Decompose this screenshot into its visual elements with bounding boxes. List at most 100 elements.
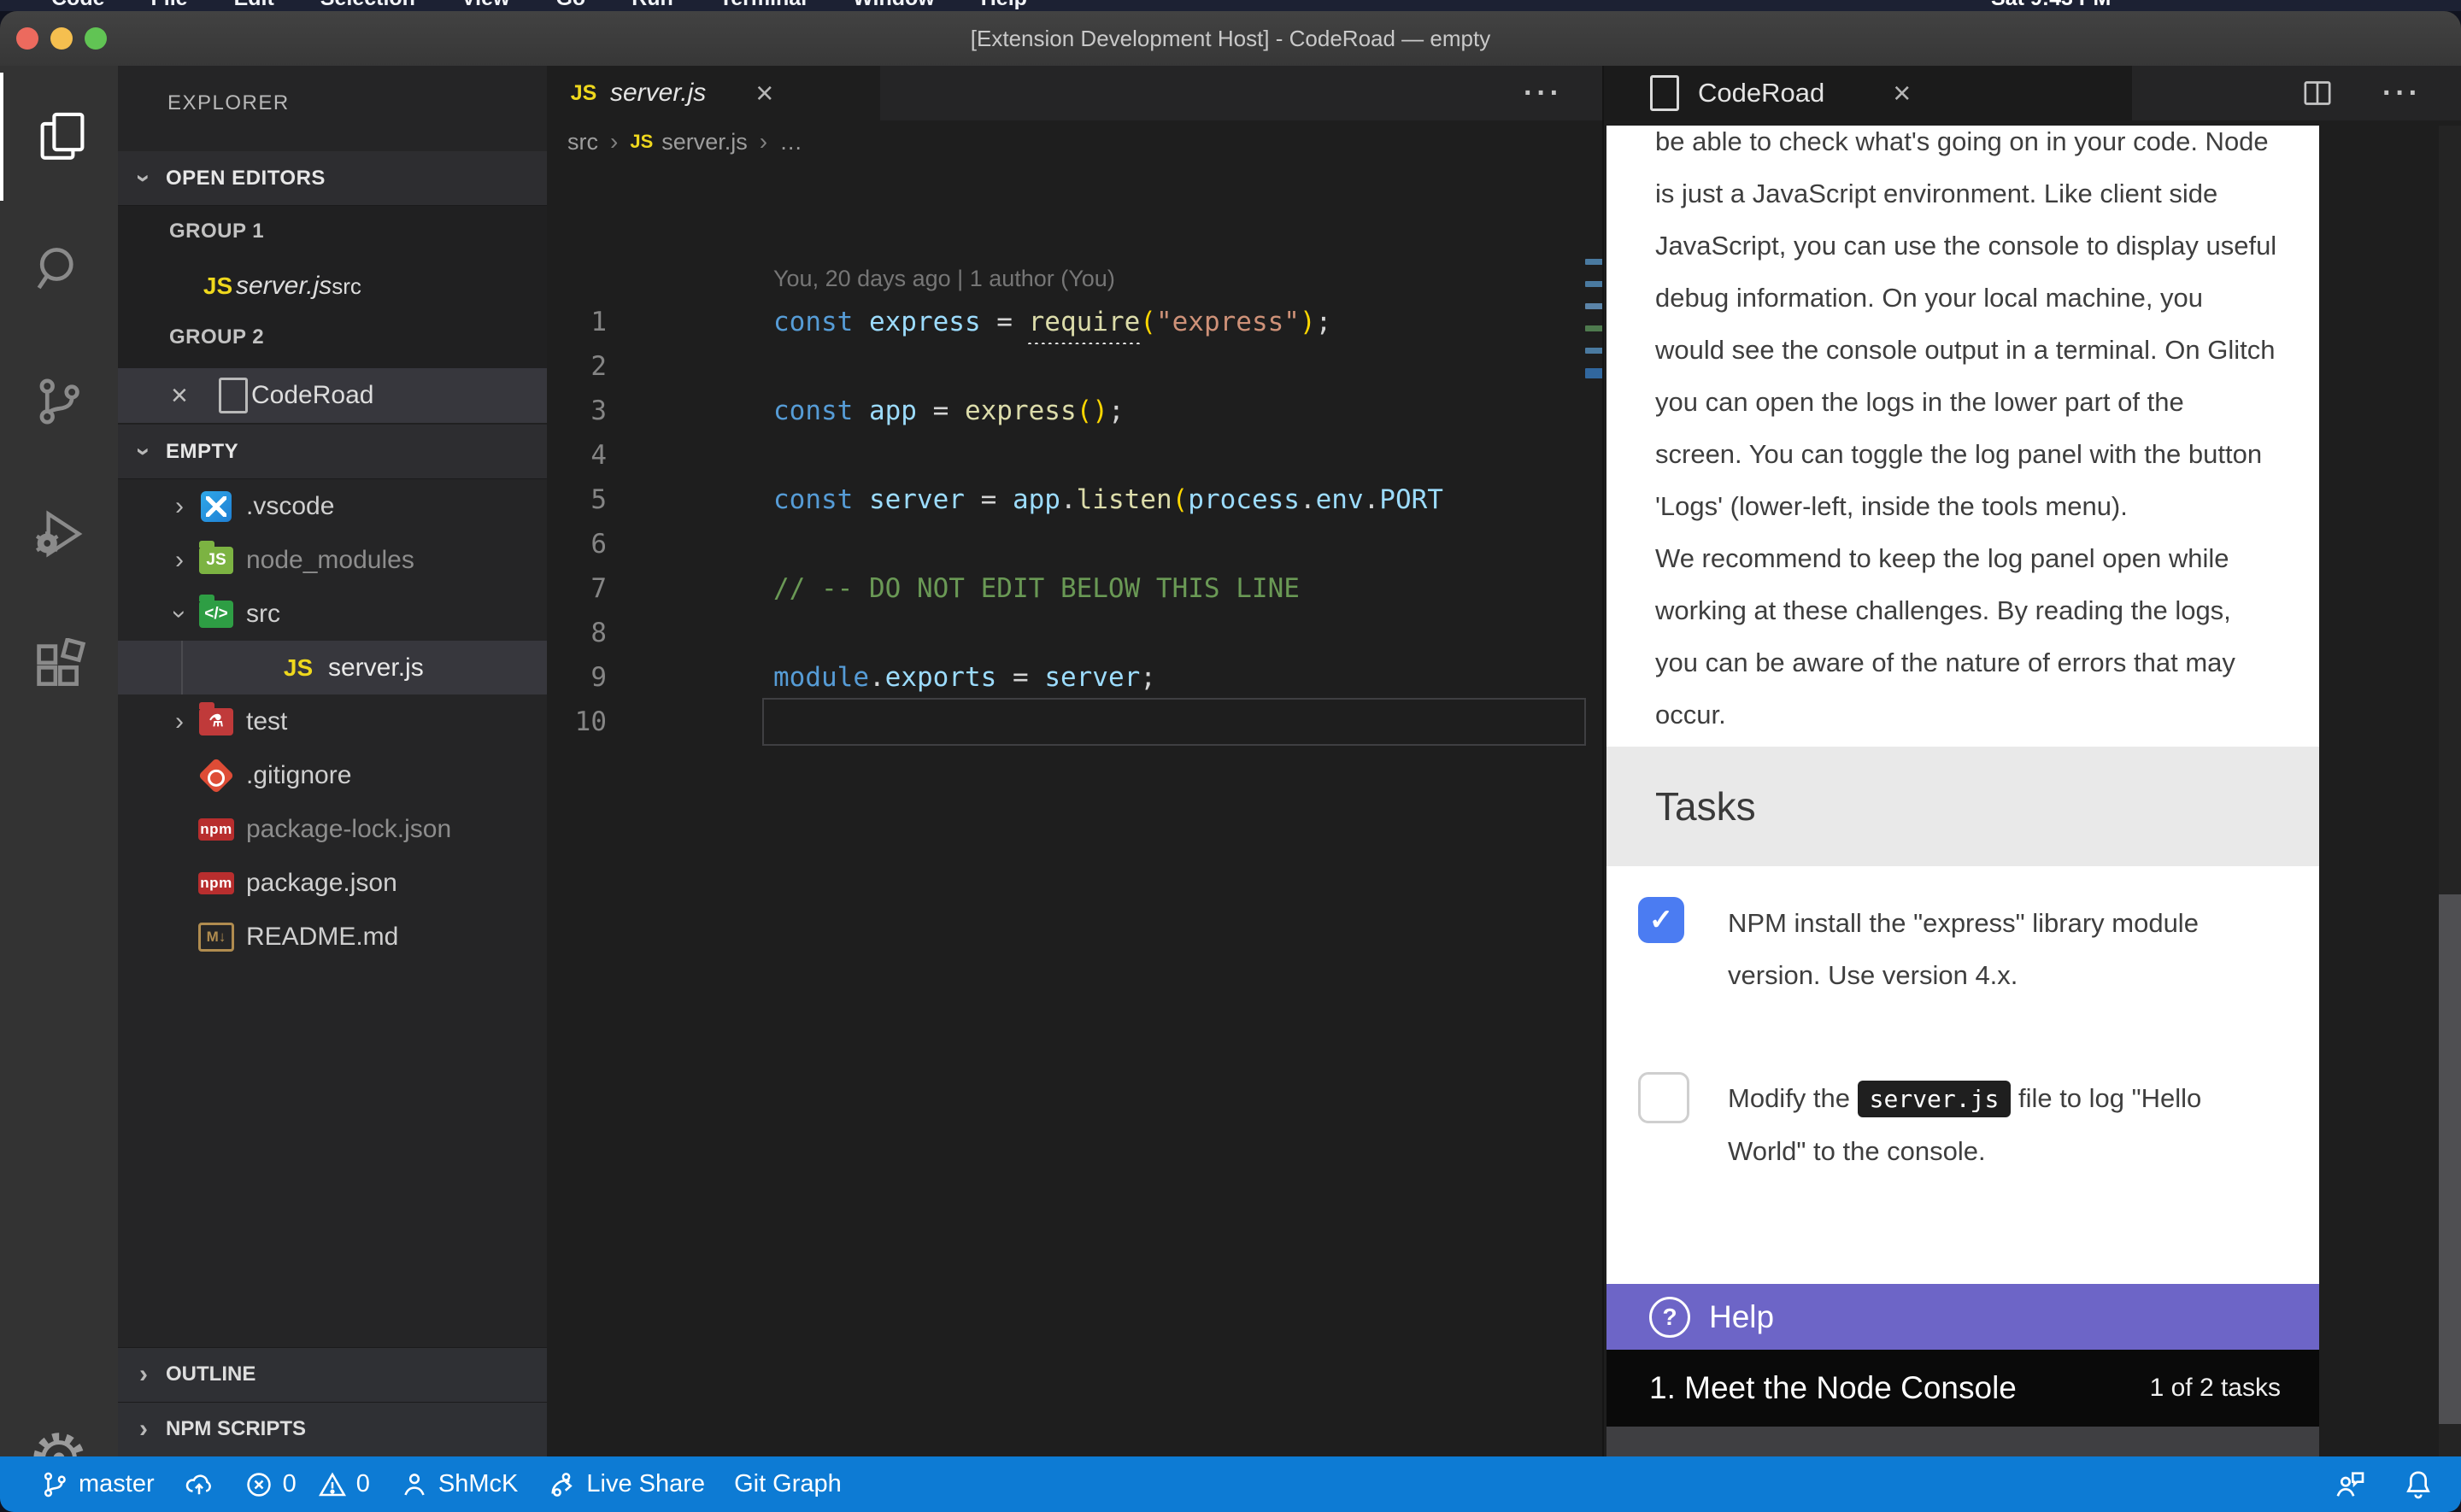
menu-selection[interactable]: Selection <box>320 0 415 10</box>
js-file-icon: JS <box>630 131 653 153</box>
chevron-right-icon: › <box>760 128 767 155</box>
line-number: 6 <box>547 522 607 566</box>
chevron-right-icon: › <box>610 128 618 155</box>
breadcrumb[interactable]: src › JS server.js › … <box>547 120 1602 163</box>
lesson-paragraph: be able to check what's going on in your… <box>1655 126 2279 741</box>
tab-serverjs[interactable]: JS server.js × <box>547 66 880 120</box>
task1-text: NPM install the "express" library module… <box>1728 897 2292 1001</box>
statusbar-right <box>2333 1468 2435 1502</box>
editor-group1-label: GROUP 1 <box>169 220 264 243</box>
breadcrumb-file[interactable]: server.js <box>661 129 748 155</box>
tab-coderoad[interactable]: CodeRoad × <box>1604 66 2132 120</box>
screen: Code File Edit Selection View Go Run Terminal Wi… <box>0 0 2461 1512</box>
current-line-highlight <box>762 698 1586 746</box>
menu-go[interactable]: Go <box>555 0 585 10</box>
task1-checkbox-checked[interactable]: ✓ <box>1638 897 1684 943</box>
chevron-right-icon: › <box>169 709 190 735</box>
menu-help[interactable]: Help <box>981 0 1027 10</box>
open-editor-path: src <box>332 273 361 300</box>
notifications-bell-icon[interactable] <box>2401 1468 2435 1502</box>
titlebar[interactable]: [Extension Development Host] - CodeRoad … <box>0 11 2461 67</box>
feedback-icon[interactable] <box>2333 1468 2367 1502</box>
explorer-icon[interactable] <box>0 73 121 201</box>
problems-item[interactable]: 0 0 <box>244 1469 370 1500</box>
editor-group-coderoad: CodeRoad × ··· be able to check what's g… <box>1602 66 2461 1456</box>
chevron-right-icon: › <box>169 548 190 573</box>
git-graph-label: Git Graph <box>734 1470 842 1498</box>
sidebar-title: EXPLORER <box>167 91 290 115</box>
source-control-icon[interactable] <box>0 337 118 466</box>
menu-terminal[interactable]: Terminal <box>720 0 807 10</box>
breadcrumb-src[interactable]: src <box>567 129 598 155</box>
help-bar[interactable]: ? Help <box>1606 1284 2319 1350</box>
project-name-label: EMPTY <box>166 440 238 464</box>
line-number: 8 <box>547 611 607 655</box>
webview-scrollbar[interactable] <box>2439 126 2461 1456</box>
errors-icon <box>244 1469 274 1500</box>
webview-footer-strip <box>1606 1427 2319 1456</box>
split-editor-button[interactable] <box>2300 66 2335 120</box>
menubar-clock: Sat 9:43 PM <box>1991 0 2111 11</box>
lesson-bar[interactable]: 1. Meet the Node Console 1 of 2 tasks <box>1606 1350 2319 1427</box>
vscode-window: [Extension Development Host] - CodeRoad … <box>0 11 2461 1512</box>
live-share-icon <box>547 1469 578 1500</box>
indent-guide <box>181 641 183 694</box>
editor-group2-label: GROUP 2 <box>169 325 264 349</box>
extensions-icon[interactable] <box>0 602 118 730</box>
line-number: 7 <box>547 566 607 611</box>
activity-bar <box>0 66 118 1456</box>
js-file-icon: JS <box>200 268 236 304</box>
git-branch-item[interactable]: master <box>39 1469 155 1500</box>
close-icon[interactable]: × <box>171 379 197 413</box>
live-share-label: Live Share <box>586 1470 705 1498</box>
chevron-down-icon: › <box>131 442 156 462</box>
git-graph-item[interactable]: Git Graph <box>734 1470 842 1498</box>
code-editor[interactable]: You, 20 days ago | 1 author (You) 1 2 3 … <box>547 163 1602 1456</box>
git-icon <box>198 758 234 794</box>
code-line-5: const server = app.listen(process.env.PO… <box>773 478 1461 522</box>
close-tab-icon[interactable]: × <box>1893 75 1911 111</box>
more-actions-icon[interactable]: ··· <box>1524 77 1563 110</box>
live-share-item[interactable]: Live Share <box>547 1469 705 1500</box>
file-icon <box>215 378 251 413</box>
vscode-folder-icon <box>198 489 234 525</box>
warning-count: 0 <box>356 1470 370 1498</box>
chevron-down-icon: › <box>167 604 192 624</box>
breadcrumb-more[interactable]: … <box>779 129 802 155</box>
code-chip: server.js <box>1858 1081 2012 1117</box>
editor-actions[interactable]: ··· <box>1524 66 1563 120</box>
src-folder-icon: </> <box>198 596 234 632</box>
webview-scrollbar-thumb[interactable] <box>2439 894 2461 1424</box>
menu-run[interactable]: Run <box>631 0 673 10</box>
search-icon[interactable] <box>0 205 118 333</box>
workbench: EXPLORER › OPEN EDITORS GROUP 1 JS serve… <box>0 66 2461 1456</box>
code-line-9: module.exports = server; <box>773 655 1156 700</box>
npm-icon: npm <box>198 812 234 847</box>
person-icon <box>399 1469 430 1500</box>
chevron-right-icon: › <box>169 494 190 519</box>
more-actions-icon[interactable]: ··· <box>2382 77 2422 110</box>
warnings-icon <box>317 1469 348 1500</box>
branch-name: master <box>79 1470 155 1498</box>
menu-file[interactable]: File <box>151 0 188 10</box>
line-number: 10 <box>547 700 607 744</box>
line-number: 2 <box>547 344 607 389</box>
line-number: 1 <box>547 300 607 344</box>
menu-edit[interactable]: Edit <box>234 0 274 10</box>
task2-checkbox-unchecked[interactable] <box>1638 1072 1689 1123</box>
status-bar: master 0 0 ShMcK Live Share Git Graph <box>0 1456 2461 1512</box>
run-debug-icon[interactable] <box>0 470 118 598</box>
menu-view[interactable]: View <box>461 0 510 10</box>
close-tab-icon[interactable]: × <box>755 75 773 111</box>
code-line-3: const app = express(); <box>773 389 1125 433</box>
account-item[interactable]: ShMcK <box>399 1469 518 1500</box>
open-editor-name: CodeRoad <box>251 381 373 410</box>
menu-code[interactable]: Code <box>51 0 105 10</box>
coderoad-tabbar: CodeRoad × ··· <box>1604 66 2461 120</box>
menu-window[interactable]: Window <box>853 0 935 10</box>
menu-items: Code File Edit Selection View Go Run Terminal Wi… <box>51 0 1073 11</box>
publish-item[interactable] <box>184 1469 214 1500</box>
line-number: 4 <box>547 433 607 478</box>
npm-icon: npm <box>198 865 234 901</box>
coderoad-more-actions[interactable]: ··· <box>2382 66 2422 120</box>
